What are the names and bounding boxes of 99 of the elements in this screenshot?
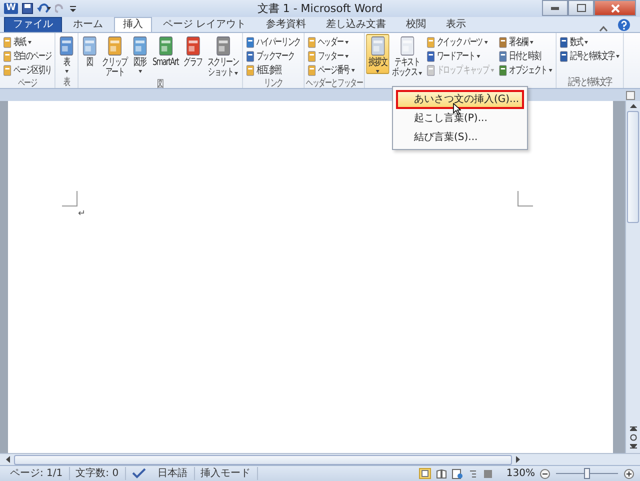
ribbon-button[interactable]: 図	[80, 34, 100, 69]
ribbon-tab[interactable]: 挿入	[114, 17, 152, 32]
ribbon-item[interactable]: 署名欄	[498, 35, 554, 49]
ribbon-tab[interactable]: ページ レイアウト	[154, 17, 256, 32]
ribbon-item[interactable]: 相互参照	[246, 63, 302, 77]
ribbon-item[interactable]: クイック パーツ	[426, 35, 496, 49]
previous-page-icon[interactable]	[630, 425, 636, 431]
caret-icon	[376, 70, 380, 73]
window-title: 文書 1 - Microsoft Word	[256, 1, 384, 16]
minimize-ribbon-icon[interactable]	[599, 26, 608, 32]
caret-icon	[476, 54, 480, 58]
ribbon-button[interactable]: テキスト ボックス	[390, 34, 424, 79]
menu-item[interactable]: 結び言葉(S)...	[396, 128, 524, 147]
ribbon-item[interactable]: 日付と時刻	[498, 49, 554, 63]
vertical-scrollbar[interactable]	[625, 101, 640, 453]
caret-icon	[138, 70, 142, 73]
group-label: ページ	[16, 78, 38, 88]
caret-icon	[530, 40, 534, 44]
ribbon-item[interactable]: オブジェクト	[498, 63, 554, 77]
group-label: リンク	[262, 78, 284, 88]
caret-icon	[345, 54, 349, 58]
caret-icon	[351, 68, 355, 72]
ribbon-item[interactable]: 記号と特殊文字	[560, 49, 620, 63]
ribbon-button[interactable]: 挨拶文	[366, 34, 390, 74]
ribbon-button[interactable]: SmartArt	[150, 34, 181, 69]
ribbon-item[interactable]: ブックマーク	[246, 49, 302, 63]
save-icon[interactable]	[22, 3, 33, 14]
web-layout-icon[interactable]	[452, 468, 464, 478]
caret-icon	[234, 72, 238, 74]
menu-item[interactable]: あいさつ文の挿入(G)...	[396, 90, 524, 109]
scroll-left-icon[interactable]	[6, 456, 10, 463]
caret-icon	[64, 70, 68, 73]
browse-object-icon[interactable]	[630, 434, 636, 441]
ribbon-item[interactable]: フッター	[307, 49, 356, 63]
scroll-thumb[interactable]	[14, 454, 512, 464]
ribbon-tab[interactable]: 表示	[437, 17, 476, 32]
ribbon-button[interactable]: グラフ	[181, 34, 204, 69]
close-icon	[610, 4, 620, 12]
help-icon[interactable]	[618, 19, 630, 31]
caret-icon	[616, 54, 620, 58]
customize-toolbar-icon[interactable]	[68, 3, 77, 14]
scroll-thumb[interactable]	[627, 111, 639, 223]
menu-item[interactable]: 起こし言葉(P)...	[396, 109, 524, 128]
group-label: 表	[62, 77, 71, 88]
ribbon-item[interactable]: 数式	[560, 35, 620, 49]
group-label: 図	[156, 79, 164, 88]
zoom-level[interactable]: 130%	[506, 468, 535, 479]
maximize-icon	[576, 4, 586, 12]
margin-corner-mark	[62, 191, 78, 207]
ribbon-item[interactable]: ワードアート	[426, 49, 496, 63]
undo-icon[interactable]	[36, 3, 51, 14]
outline-icon[interactable]	[468, 468, 478, 478]
status-item[interactable]: 挿入モード	[194, 467, 258, 480]
ribbon-tab[interactable]: 校閲	[397, 17, 436, 32]
caret-icon	[584, 40, 588, 44]
ribbon-item[interactable]: ページ番号	[307, 63, 356, 77]
ribbon-item[interactable]: 表紙	[2, 35, 52, 49]
proofing-icon[interactable]	[132, 468, 146, 479]
print-layout-icon[interactable]	[419, 468, 432, 479]
scroll-right-icon[interactable]	[516, 456, 520, 463]
ribbon-button[interactable]: クリップ アート	[100, 34, 130, 79]
zoom-in-icon[interactable]	[624, 468, 634, 478]
minimize-icon	[551, 6, 559, 10]
margin-corner-mark	[517, 191, 533, 207]
ribbon-item[interactable]: 空白のページ	[2, 49, 52, 63]
ribbon-item[interactable]: ハイパーリンク	[246, 35, 302, 49]
ribbon-tab[interactable]: ファイル	[4, 17, 62, 32]
ribbon-tab[interactable]: 差し込み文書	[317, 17, 396, 32]
paragraph-mark: ↵	[78, 208, 86, 221]
caret-icon	[28, 40, 32, 44]
ruler-toggle-icon[interactable]	[626, 90, 635, 100]
minimize-button[interactable]	[542, 0, 568, 16]
scroll-up-icon[interactable]	[630, 104, 636, 108]
reading-layout-icon[interactable]	[436, 468, 448, 478]
ribbon-button[interactable]: 表	[56, 34, 76, 74]
maximize-button[interactable]	[568, 0, 594, 16]
zoom-out-icon[interactable]	[540, 468, 550, 478]
app-logo: W	[4, 3, 18, 14]
status-item[interactable]: ページ: 1/1	[4, 467, 70, 480]
next-page-icon[interactable]	[630, 444, 636, 450]
group-label: 記号と特殊文字	[566, 77, 614, 88]
ribbon-item[interactable]: ヘッダー	[307, 35, 356, 49]
caret-icon	[549, 68, 553, 72]
ribbon-tab[interactable]: 参考資料	[257, 17, 316, 32]
ribbon-button[interactable]: 図形	[130, 34, 150, 74]
ribbon-item[interactable]: ページ区切り	[2, 63, 52, 77]
ribbon-button[interactable]: スクリーン ショット	[205, 34, 241, 79]
caret-icon	[418, 72, 422, 74]
status-item[interactable]: 文字数: 0	[70, 467, 126, 480]
group-label: ヘッダーとフッター	[306, 78, 363, 88]
close-button[interactable]	[594, 0, 636, 16]
caret-icon	[345, 40, 349, 44]
ribbon-tab[interactable]: ホーム	[64, 17, 112, 32]
caret-icon	[490, 68, 494, 72]
horizontal-scrollbar[interactable]	[0, 453, 640, 465]
zoom-slider-thumb[interactable]	[584, 468, 590, 479]
caret-icon	[484, 40, 488, 44]
status-item[interactable]: 日本語	[152, 467, 195, 480]
draft-icon[interactable]	[483, 468, 494, 478]
